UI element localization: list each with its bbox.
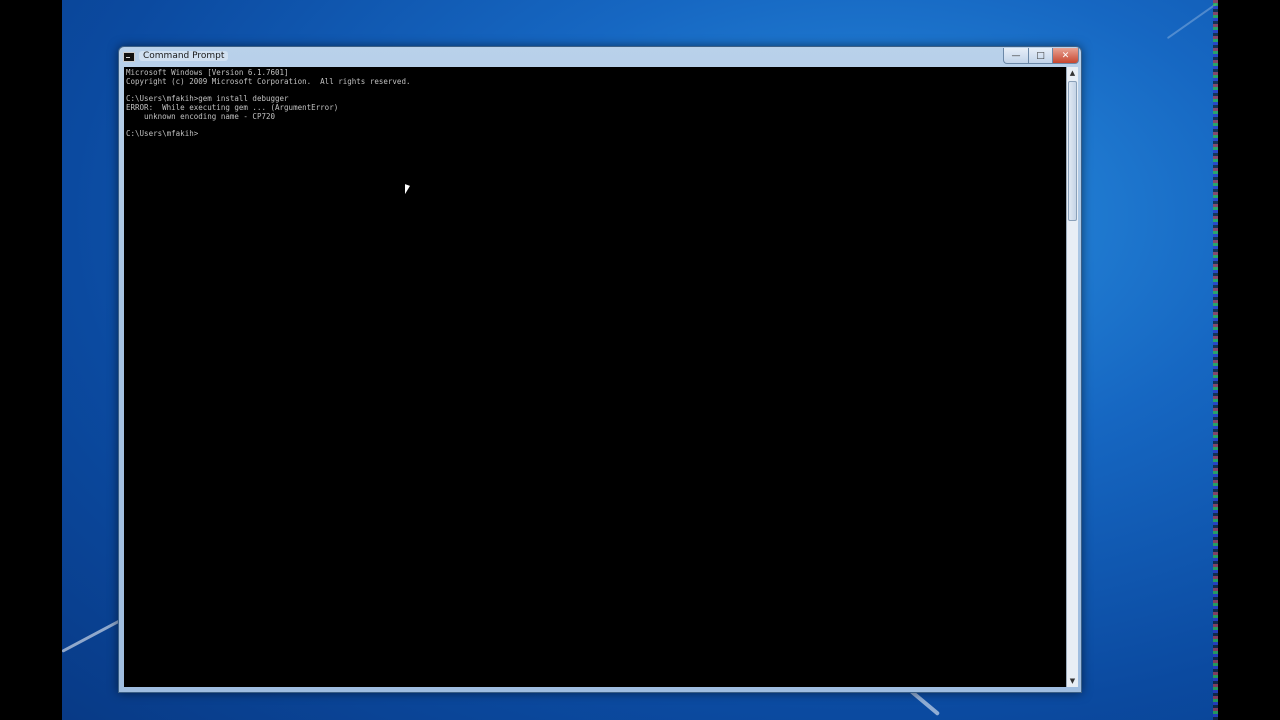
maximize-button[interactable]: □ — [1028, 48, 1053, 64]
console-output-area[interactable]: Microsoft Windows [Version 6.1.7601] Cop… — [124, 67, 1068, 687]
window-title: Command Prompt — [139, 51, 229, 61]
vertical-scrollbar[interactable]: ▲ ▼ — [1066, 67, 1078, 687]
window-titlebar[interactable]: Command Prompt — □ ✕ — [119, 47, 1081, 67]
maximize-icon: □ — [1036, 50, 1045, 61]
scroll-thumb[interactable] — [1068, 81, 1077, 221]
minimize-icon: — — [1011, 50, 1021, 61]
mouse-pointer-icon — [405, 184, 410, 196]
close-button[interactable]: ✕ — [1052, 48, 1079, 64]
minimize-button[interactable]: — — [1003, 48, 1029, 64]
close-icon: ✕ — [1061, 50, 1070, 61]
console-text: Microsoft Windows [Version 6.1.7601] Cop… — [126, 68, 411, 138]
command-prompt-window[interactable]: Command Prompt — □ ✕ Microsoft Windows [… — [118, 46, 1082, 693]
cmd-icon[interactable] — [123, 52, 135, 62]
scroll-up-icon[interactable]: ▲ — [1067, 67, 1078, 79]
screen-edge-artifact — [1213, 0, 1218, 720]
scroll-down-icon[interactable]: ▼ — [1067, 675, 1078, 687]
wallpaper-streak — [1166, 2, 1218, 40]
